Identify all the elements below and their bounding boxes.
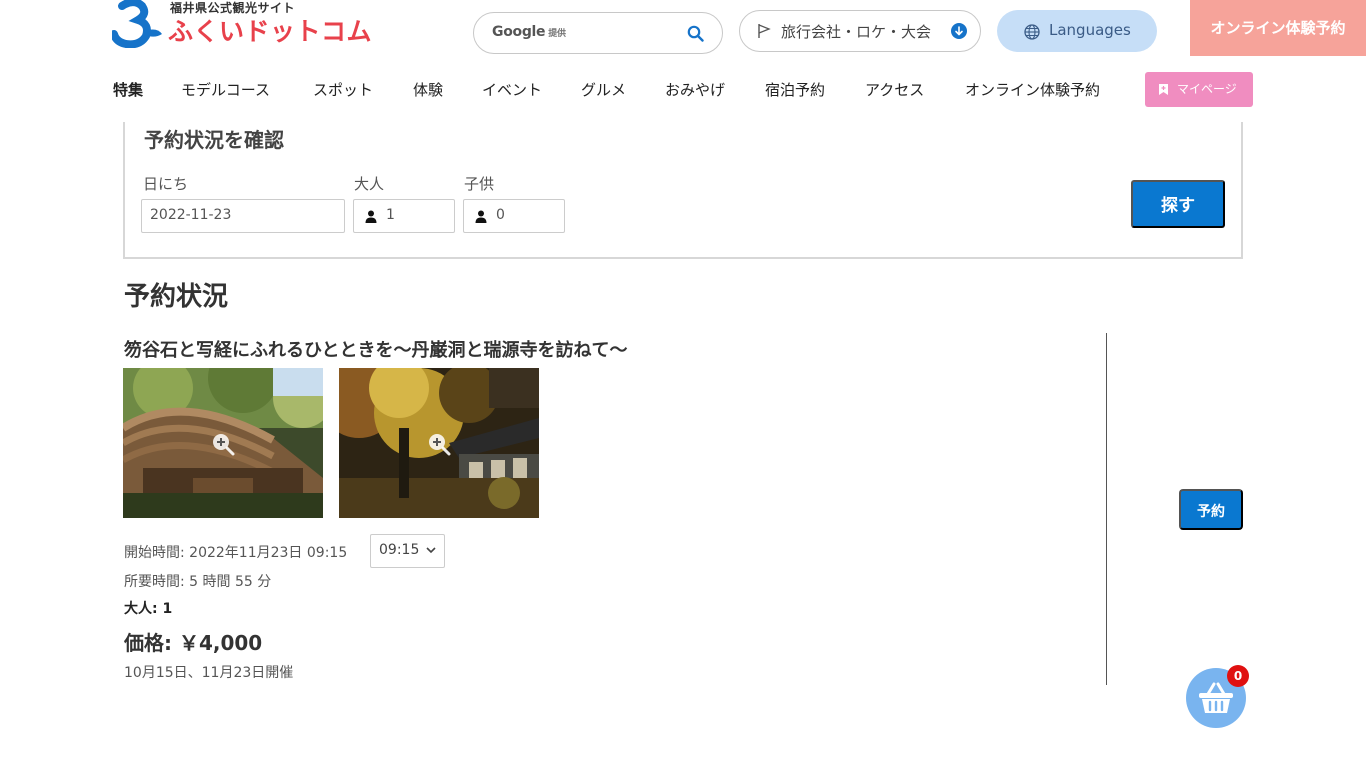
zoom-icon [213, 434, 235, 456]
mypage-button[interactable]: マイページ [1145, 72, 1253, 107]
nav-item-souvenir[interactable]: おみやげ [665, 79, 725, 100]
cart-count-badge: 0 [1227, 665, 1249, 687]
person-icon [365, 210, 377, 223]
agency-label: 旅行会社・ロケ・大会 [781, 23, 932, 41]
duration: 所要時間: 5 時間 55 分 [124, 574, 272, 590]
languages-label: Languages [1049, 21, 1131, 39]
nav-item-feature[interactable]: 特集 [113, 79, 143, 100]
nav-item-online-booking[interactable]: オンライン体験予約 [965, 79, 1100, 100]
nav-item-model-course[interactable]: モデルコース [181, 79, 270, 100]
languages-button[interactable]: Languages [997, 10, 1157, 52]
agency-button[interactable]: 旅行会社・ロケ・大会 [739, 10, 981, 52]
adult-count: 大人: 1 [124, 601, 173, 617]
logo-title: ふくいドットコム [168, 17, 373, 46]
site-search[interactable]: Google 提供 [473, 12, 723, 54]
main-nav: 特集 モデルコース スポット 体験 イベント グルメ おみやげ 宿泊予約 アクセ… [0, 72, 1366, 108]
online-booking-button[interactable]: オンライン体験予約 [1190, 0, 1366, 56]
nav-item-gourmet[interactable]: グルメ [581, 79, 626, 100]
search-input[interactable] [574, 21, 674, 45]
start-time: 開始時間: 2022年11月23日 09:15 [124, 545, 348, 561]
event-dates: 10月15日、11月23日開催 [124, 665, 294, 681]
nav-item-spot[interactable]: スポット [313, 79, 373, 100]
child-label: 子供 [464, 175, 495, 193]
time-select-value: 09:15 [379, 542, 420, 558]
flag-icon [758, 24, 771, 38]
mascot-icon [112, 0, 162, 48]
date-field[interactable] [141, 199, 345, 233]
nav-item-lodging[interactable]: 宿泊予約 [765, 79, 825, 100]
reserve-button[interactable]: 予約 [1179, 489, 1243, 530]
chevron-down-icon [426, 547, 436, 554]
bookmark-icon [1159, 84, 1168, 95]
basket-icon [1199, 682, 1233, 713]
download-icon [951, 23, 967, 39]
price: 価格: ￥4,000 [124, 631, 263, 655]
nav-item-access[interactable]: アクセス [865, 79, 924, 100]
date-input[interactable] [150, 207, 320, 223]
time-select[interactable]: 09:15 [370, 534, 445, 568]
nav-item-event[interactable]: イベント [482, 79, 542, 100]
adult-count-field[interactable]: 1 [353, 199, 455, 233]
check-title: 予約状況を確認 [144, 128, 284, 152]
child-count-field[interactable]: 0 [463, 199, 565, 233]
zoom-icon [429, 434, 451, 456]
divider [1106, 333, 1107, 685]
site-logo[interactable]: 福井県公式観光サイト ふくいドットコム [112, 0, 392, 50]
adult-count-value: 1 [386, 207, 395, 223]
person-icon [475, 210, 487, 223]
globe-icon [1024, 24, 1040, 40]
availability-check-panel: 予約状況を確認 日にち 大人 1 子供 0 探す [123, 122, 1243, 259]
tour-title: 笏谷石と写経にふれるひとときを～丹巌洞と瑞源寺を訪ねて～ [124, 340, 628, 361]
child-count-value: 0 [496, 207, 505, 223]
search-provider: Google 提供 [492, 24, 566, 40]
tour-photo-temple[interactable] [339, 368, 539, 518]
site-header: 福井県公式観光サイト ふくいドットコム Google 提供 旅行会社・ロケ・大会 … [0, 0, 1366, 120]
status-heading: 予約状況 [124, 282, 229, 312]
search-availability-button[interactable]: 探す [1131, 180, 1225, 228]
tour-photo-gate[interactable] [123, 368, 323, 518]
nav-item-experience[interactable]: 体験 [413, 79, 443, 100]
mypage-label: マイページ [1177, 82, 1237, 96]
search-icon[interactable] [687, 25, 704, 42]
adult-label: 大人 [354, 175, 385, 193]
date-label: 日にち [143, 175, 189, 193]
